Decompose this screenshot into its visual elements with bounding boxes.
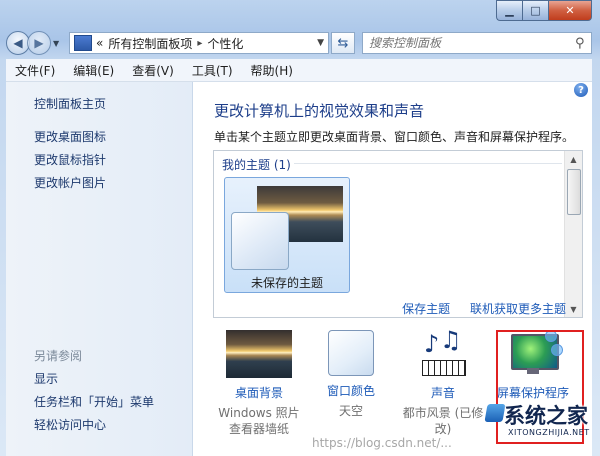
watermark-logo: 系统之家 XITONGZHIJIA.NET	[484, 398, 600, 456]
menu-help[interactable]: 帮助(H)	[242, 62, 302, 79]
page-title: 更改计算机上的视觉效果和声音	[214, 102, 425, 120]
desktop-background-icon	[226, 330, 292, 378]
window-color-icon	[328, 330, 374, 376]
music-note-icon: ♫	[440, 326, 462, 354]
maximize-button[interactable]: □	[522, 0, 548, 21]
scrollbar-thumb[interactable]	[567, 169, 581, 215]
see-also-header: 另请参阅	[34, 349, 83, 363]
keyboard-icon	[422, 360, 466, 376]
tile-title[interactable]: 桌面背景	[213, 384, 305, 401]
control-panel-icon	[74, 35, 92, 51]
maximize-icon: □	[530, 4, 541, 17]
get-more-themes-link[interactable]: 联机获取更多主题	[470, 302, 566, 316]
theme-label: 未保存的主题	[250, 276, 323, 290]
navigation-bar: ◀ ▶ ▼ « 所有控制面板项 ▸ 个性化 ▼ ⇆ ⚲	[6, 30, 592, 56]
breadcrumb-personalization[interactable]: 个性化	[207, 35, 243, 52]
close-button[interactable]: ✕	[548, 0, 592, 21]
logo-icon	[484, 404, 506, 422]
address-overflow[interactable]: «	[96, 36, 103, 50]
menu-view[interactable]: 查看(V)	[123, 62, 183, 79]
personalization-window: ▁ □ ✕ ◀ ▶ ▼ « 所有控制面板项 ▸ 个性化 ▼ ⇆ ⚲ 文件(F) …	[0, 0, 600, 456]
sound-icon: ♪ ♫	[418, 326, 468, 378]
page-subtitle: 单击某个主题立即更改桌面背景、窗口颜色、声音和屏幕保护程序。	[214, 130, 575, 144]
breadcrumb-all-control-panel-items[interactable]: 所有控制面板项	[108, 35, 192, 52]
theme-actions: 保存主题 联机获取更多主题	[386, 300, 566, 317]
forward-arrow-icon: ▶	[34, 36, 44, 50]
address-bar[interactable]: « 所有控制面板项 ▸ 个性化 ▼	[69, 32, 329, 54]
theme-list[interactable]: 我的主题 (1) 未保存的主题 ▲ ▼	[213, 150, 583, 318]
see-also-ease-of-access[interactable]: 轻松访问中心	[34, 416, 106, 433]
sidebar: 控制面板主页 更改桌面图标 更改鼠标指针 更改帐户图片 另请参阅 显示 任务栏和…	[6, 82, 193, 456]
tile-subtitle: 天空	[338, 404, 363, 418]
desktop-background-tile[interactable]: 桌面背景 Windows 照片查看器墙纸	[213, 330, 305, 437]
sound-tile[interactable]: ♪ ♫ 声音 都市风景 (已修改)	[397, 326, 489, 437]
minimize-button[interactable]: ▁	[496, 0, 522, 21]
recent-pages-dropdown[interactable]: ▼	[53, 39, 63, 48]
search-input[interactable]	[363, 35, 575, 51]
save-theme-link[interactable]: 保存主题	[402, 302, 450, 316]
tile-title[interactable]: 声音	[397, 384, 489, 401]
sidebar-link-mouse-pointers[interactable]: 更改鼠标指针	[34, 151, 106, 168]
theme-window-color-preview	[231, 212, 289, 270]
unsaved-theme-item[interactable]: 未保存的主题	[224, 177, 350, 293]
scroll-up-icon[interactable]: ▲	[565, 151, 582, 167]
sidebar-link-desktop-icons[interactable]: 更改桌面图标	[34, 128, 106, 145]
menu-edit[interactable]: 编辑(E)	[64, 62, 123, 79]
see-also-display[interactable]: 显示	[34, 370, 58, 387]
address-dropdown-icon[interactable]: ▼	[317, 38, 324, 48]
sidebar-link-account-picture[interactable]: 更改帐户图片	[34, 174, 106, 191]
logo-subtext: XITONGZHIJIA.NET	[508, 428, 590, 437]
help-icon[interactable]: ?	[574, 83, 588, 97]
tile-subtitle: Windows 照片查看器墙纸	[218, 406, 300, 436]
logo-text: 系统之家	[504, 404, 588, 428]
minimize-icon: ▁	[505, 4, 514, 17]
caption-buttons: ▁ □ ✕	[496, 0, 592, 21]
breadcrumb-separator-icon[interactable]: ▸	[197, 38, 202, 49]
see-also-taskbar-start-menu[interactable]: 任务栏和「开始」菜单	[34, 393, 154, 410]
tile-title[interactable]: 窗口颜色	[305, 382, 397, 399]
menu-bar: 文件(F) 编辑(E) 查看(V) 工具(T) 帮助(H)	[6, 59, 592, 82]
watermark-url: https://blog.csdn.net/...	[312, 436, 452, 450]
music-note-icon: ♪	[424, 330, 440, 358]
refresh-icon: ⇆	[337, 35, 349, 51]
window-color-tile[interactable]: 窗口颜色 天空	[305, 330, 397, 419]
close-icon: ✕	[565, 4, 575, 17]
tile-subtitle: 都市风景 (已修改)	[402, 406, 484, 436]
menu-file[interactable]: 文件(F)	[6, 62, 64, 79]
my-themes-header: 我的主题 (1)	[222, 158, 291, 172]
search-icon[interactable]: ⚲	[575, 36, 591, 51]
refresh-button[interactable]: ⇆	[331, 32, 355, 54]
divider	[294, 163, 562, 164]
sidebar-link-control-panel-home[interactable]: 控制面板主页	[34, 95, 106, 112]
theme-list-scrollbar[interactable]: ▲ ▼	[564, 151, 582, 317]
back-arrow-icon: ◀	[13, 36, 23, 50]
forward-button[interactable]: ▶	[27, 31, 51, 55]
scroll-down-icon[interactable]: ▼	[565, 301, 582, 317]
menu-tools[interactable]: 工具(T)	[183, 62, 242, 79]
search-box[interactable]: ⚲	[362, 32, 592, 54]
